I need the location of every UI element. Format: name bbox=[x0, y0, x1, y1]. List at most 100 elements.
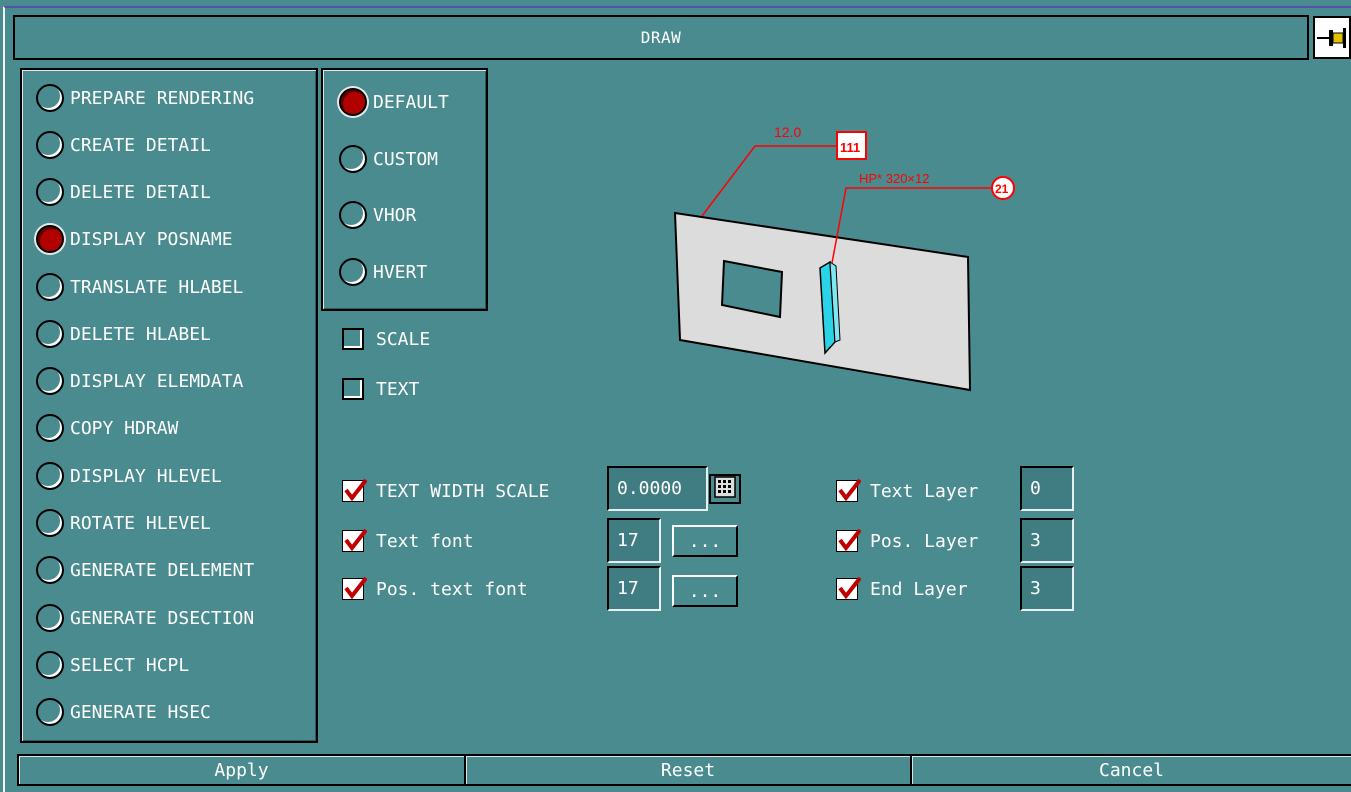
browse-label: ... bbox=[688, 530, 722, 552]
function-label: DISPLAY ELEMDATA bbox=[70, 370, 244, 392]
text-font-checkbox[interactable] bbox=[342, 528, 367, 552]
radio-button[interactable] bbox=[36, 698, 64, 726]
action-bar: Apply Reset Cancel bbox=[17, 754, 1351, 786]
pos-layer-checkbox[interactable] bbox=[836, 528, 861, 552]
text-layer-input[interactable]: 0 bbox=[1020, 466, 1074, 511]
pos-text-font-input[interactable]: 17 bbox=[607, 566, 661, 611]
function-option-select-hcpl[interactable]: SELECT HCPL bbox=[36, 650, 189, 680]
scale-checkbox-row[interactable]: SCALE bbox=[342, 324, 430, 354]
mode-option-default[interactable]: DEFAULT bbox=[339, 87, 449, 117]
function-label: CREATE DETAIL bbox=[70, 134, 211, 156]
radio-button[interactable] bbox=[339, 201, 367, 229]
text-font-value: 17 bbox=[617, 530, 639, 551]
function-label: DELETE DETAIL bbox=[70, 181, 211, 203]
calculator-icon bbox=[714, 475, 736, 503]
function-label: GENERATE HSEC bbox=[70, 701, 211, 723]
function-option-delete-detail[interactable]: DELETE DETAIL bbox=[36, 177, 211, 207]
end-layer-input[interactable]: 3 bbox=[1020, 566, 1074, 611]
radio-button[interactable] bbox=[36, 414, 64, 442]
function-option-copy-hdraw[interactable]: COPY HDRAW bbox=[36, 413, 178, 443]
function-option-rotate-hlevel[interactable]: ROTATE HLEVEL bbox=[36, 508, 211, 538]
tag-111-text: 111 bbox=[840, 140, 860, 155]
text-width-scale-value: 0.0000 bbox=[617, 478, 683, 499]
radio-button[interactable] bbox=[36, 651, 64, 679]
end-layer-label: End Layer bbox=[870, 578, 968, 600]
end-layer-row[interactable]: End Layer bbox=[836, 574, 968, 604]
calculator-button[interactable] bbox=[709, 474, 741, 504]
pos-text-font-checkbox[interactable] bbox=[342, 576, 367, 600]
text-width-scale-checkbox[interactable] bbox=[342, 478, 367, 502]
scale-label: SCALE bbox=[376, 328, 431, 350]
radio-button[interactable] bbox=[36, 178, 64, 206]
window-title-text: DRAW bbox=[640, 28, 682, 47]
text-font-browse-button[interactable]: ... bbox=[672, 525, 738, 557]
function-label: COPY HDRAW bbox=[70, 417, 179, 439]
function-option-display-hlevel[interactable]: DISPLAY HLEVEL bbox=[36, 461, 222, 491]
radio-button[interactable] bbox=[36, 367, 64, 395]
text-layer-checkbox[interactable] bbox=[836, 478, 861, 502]
radio-button[interactable] bbox=[36, 320, 64, 348]
text-width-scale-input[interactable]: 0.0000 bbox=[607, 466, 708, 511]
pin-button[interactable] bbox=[1313, 16, 1351, 59]
function-option-create-detail[interactable]: CREATE DETAIL bbox=[36, 130, 211, 160]
apply-button[interactable]: Apply bbox=[17, 756, 464, 784]
function-label: GENERATE DELEMENT bbox=[70, 559, 255, 581]
radio-button[interactable] bbox=[339, 145, 367, 173]
mode-panel: DEFAULT CUSTOM VHOR HVERT bbox=[321, 68, 488, 311]
browse-label: ... bbox=[688, 580, 722, 602]
text-font-row[interactable]: Text font bbox=[342, 526, 474, 556]
mode-option-custom[interactable]: CUSTOM bbox=[339, 144, 438, 174]
end-layer-value: 3 bbox=[1030, 578, 1041, 599]
scale-checkbox[interactable] bbox=[342, 328, 364, 350]
radio-button-selected[interactable] bbox=[339, 88, 367, 116]
function-label: SELECT HCPL bbox=[70, 654, 190, 676]
pos-text-font-browse-button[interactable]: ... bbox=[672, 575, 738, 607]
pos-text-font-row[interactable]: Pos. text font bbox=[342, 574, 528, 604]
text-checkbox[interactable] bbox=[342, 378, 364, 400]
radio-button[interactable] bbox=[36, 273, 64, 301]
function-option-generate-delement[interactable]: GENERATE DELEMENT bbox=[36, 555, 254, 585]
function-option-prepare-rendering[interactable]: PREPARE RENDERING bbox=[36, 83, 254, 113]
text-font-input[interactable]: 17 bbox=[607, 518, 661, 563]
pos-layer-input[interactable]: 3 bbox=[1020, 518, 1074, 563]
function-option-delete-hlabel[interactable]: DELETE HLABEL bbox=[36, 319, 211, 349]
function-label: DISPLAY POSNAME bbox=[70, 228, 233, 250]
radio-button[interactable] bbox=[36, 604, 64, 632]
function-option-translate-hlabel[interactable]: TRANSLATE HLABEL bbox=[36, 272, 243, 302]
text-font-label: Text font bbox=[376, 530, 474, 552]
function-label: DISPLAY HLEVEL bbox=[70, 465, 222, 487]
text-width-scale-label: TEXT WIDTH SCALE bbox=[376, 480, 550, 502]
profile-text: HP* 320×12 bbox=[859, 171, 929, 186]
function-label: PREPARE RENDERING bbox=[70, 87, 255, 109]
pos-layer-value: 3 bbox=[1030, 530, 1041, 551]
reset-label: Reset bbox=[660, 759, 716, 781]
mode-label: VHOR bbox=[373, 204, 417, 226]
text-layer-row[interactable]: Text Layer bbox=[836, 476, 978, 506]
text-layer-value: 0 bbox=[1030, 478, 1041, 499]
mode-option-hvert[interactable]: HVERT bbox=[339, 257, 427, 287]
text-layer-label: Text Layer bbox=[870, 480, 979, 502]
radio-button-selected[interactable] bbox=[36, 225, 64, 253]
pos-layer-row[interactable]: Pos. Layer bbox=[836, 526, 978, 556]
radio-button[interactable] bbox=[36, 131, 64, 159]
radio-button[interactable] bbox=[36, 509, 64, 537]
mode-option-vhor[interactable]: VHOR bbox=[339, 200, 416, 230]
text-checkbox-row[interactable]: TEXT bbox=[342, 374, 419, 404]
function-option-display-elemdata[interactable]: DISPLAY ELEMDATA bbox=[36, 366, 243, 396]
function-option-generate-dsection[interactable]: GENERATE DSECTION bbox=[36, 603, 254, 633]
text-width-scale-row[interactable]: TEXT WIDTH SCALE bbox=[342, 476, 549, 506]
cancel-button[interactable]: Cancel bbox=[910, 756, 1351, 784]
function-option-display-posname[interactable]: DISPLAY POSNAME bbox=[36, 224, 233, 254]
text-label: TEXT bbox=[376, 378, 420, 400]
pos-text-font-label: Pos. text font bbox=[376, 578, 528, 600]
pos-text-font-value: 17 bbox=[617, 578, 639, 599]
preview-diagram: 12.0 111 HP* 320×12 21 bbox=[660, 110, 1040, 405]
radio-button[interactable] bbox=[36, 556, 64, 584]
radio-button[interactable] bbox=[36, 462, 64, 490]
radio-button[interactable] bbox=[36, 84, 64, 112]
radio-button[interactable] bbox=[339, 258, 367, 286]
end-layer-checkbox[interactable] bbox=[836, 576, 861, 600]
reset-button[interactable]: Reset bbox=[464, 756, 910, 784]
mode-label: DEFAULT bbox=[373, 91, 449, 113]
function-option-generate-hsec[interactable]: GENERATE HSEC bbox=[36, 697, 211, 727]
